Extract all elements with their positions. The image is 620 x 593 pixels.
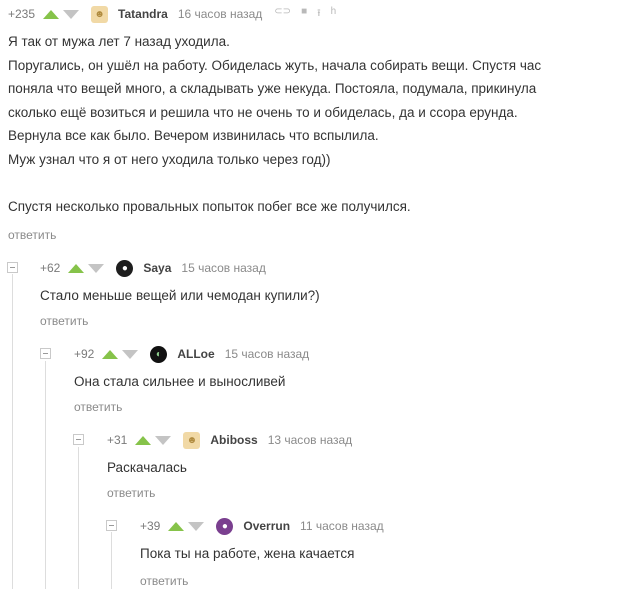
- upvote-icon[interactable]: [102, 349, 119, 359]
- comment-rating: +92: [74, 347, 95, 361]
- comment-text: Пока ты на работе, жена качается: [140, 542, 354, 566]
- reply-link[interactable]: ответить: [74, 400, 122, 414]
- reply-link[interactable]: ответить: [40, 314, 88, 328]
- reply-link[interactable]: ответить: [140, 574, 188, 588]
- collapse-button[interactable]: [7, 262, 18, 273]
- comment-time[interactable]: 16 часов назад: [178, 7, 262, 21]
- comment-author[interactable]: Abiboss: [210, 433, 257, 447]
- comment-text: Раскачалась: [107, 456, 187, 480]
- comment-line: Муж узнал что я от него уходила только ч…: [8, 151, 331, 167]
- comment-text: Она стала сильнее и выносливей: [74, 370, 285, 394]
- upvote-icon[interactable]: [43, 9, 60, 19]
- comment-author[interactable]: Tatandra: [118, 7, 168, 21]
- comment-line: Вернула все как было. Вечером извинилась…: [8, 128, 379, 143]
- avatar[interactable]: ●: [216, 517, 234, 535]
- upvote-icon[interactable]: [68, 263, 85, 273]
- comment-rating: +235: [8, 7, 36, 21]
- comment-line: Она стала сильнее и выносливей: [74, 374, 286, 389]
- thread-line: [111, 532, 112, 589]
- comment-author[interactable]: Saya: [143, 261, 171, 275]
- comment-line: Спустя несколько провальных попыток побе…: [8, 198, 411, 214]
- downvote-icon[interactable]: [88, 263, 105, 273]
- upvote-icon[interactable]: [135, 435, 152, 445]
- avatar[interactable]: ☻: [183, 431, 201, 449]
- comment-time[interactable]: 15 часов назад: [225, 347, 309, 361]
- downvote-icon[interactable]: [63, 9, 80, 19]
- comment-rating: +62: [40, 261, 61, 275]
- comment-time[interactable]: 15 часов назад: [181, 261, 265, 275]
- reply-link[interactable]: ответить: [8, 228, 56, 242]
- downvote-icon[interactable]: [155, 435, 172, 445]
- thread-line: [78, 447, 79, 589]
- comment-rating: +31: [107, 433, 128, 447]
- collapse-button[interactable]: [106, 520, 117, 531]
- comment-line: [8, 171, 541, 195]
- comment-author[interactable]: Overrun: [243, 519, 290, 533]
- comment-time[interactable]: 11 часов назад: [300, 519, 384, 533]
- upvote-icon[interactable]: [168, 521, 185, 531]
- collapse-button[interactable]: [40, 348, 51, 359]
- link-icon[interactable]: ⊂⊃: [274, 6, 291, 23]
- downvote-icon[interactable]: [122, 349, 139, 359]
- avatar[interactable]: ☻: [91, 5, 109, 23]
- reply-link[interactable]: ответить: [107, 486, 155, 500]
- comment-line: поняла что вещей много, а складывать уже…: [8, 81, 537, 96]
- avatar[interactable]: ●: [116, 259, 134, 277]
- downvote-icon[interactable]: [188, 521, 205, 531]
- up-arrow-icon[interactable]: ⭱: [317, 6, 321, 23]
- comment-line: Раскачалась: [107, 460, 187, 475]
- comment-author[interactable]: ALLoe: [177, 347, 214, 361]
- comment-line: Пока ты на работе, жена качается: [140, 546, 355, 561]
- save-icon[interactable]: ■: [301, 6, 307, 23]
- comment-line: сколько ещё возиться и решила что не оче…: [8, 104, 518, 120]
- comment-line: Стало меньше вещей или чемодан купили?): [40, 288, 320, 303]
- collapse-button[interactable]: [73, 434, 84, 445]
- avatar[interactable]: ◐: [150, 345, 168, 363]
- translate-icon[interactable]: h: [331, 6, 337, 23]
- thread-line: [12, 274, 13, 589]
- comment-line: Поругались, он ушёл на работу. Обиделась…: [8, 57, 542, 73]
- thread-line: [45, 361, 46, 589]
- comment-text: Стало меньше вещей или чемодан купили?): [40, 284, 320, 308]
- comment-time[interactable]: 13 часов назад: [268, 433, 352, 447]
- comment-line: Я так от мужа лет 7 назад уходила.: [8, 34, 230, 49]
- comment-text: Я так от мужа лет 7 назад уходила. Поруг…: [8, 30, 541, 218]
- comment-rating: +39: [140, 519, 161, 533]
